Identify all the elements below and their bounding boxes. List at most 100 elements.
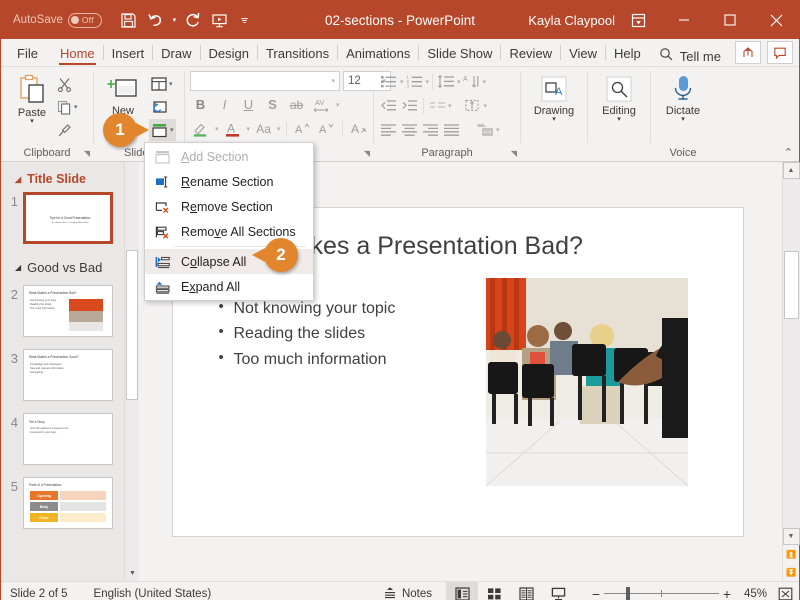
scrollbar-thumb[interactable] — [783, 251, 799, 319]
new-slide-button[interactable]: New — [99, 71, 147, 117]
normal-view-button[interactable] — [446, 581, 478, 600]
fit-to-window-button[interactable] — [771, 587, 799, 600]
reading-view-button[interactable] — [510, 582, 542, 600]
decrease-indent-icon[interactable] — [379, 95, 399, 116]
share-button[interactable] — [735, 41, 761, 64]
slide-vertical-scrollbar[interactable]: ▲ ▼ ⏫ ⏬ — [782, 162, 800, 581]
tab-transitions[interactable]: Transitions — [258, 40, 337, 66]
font-color-icon[interactable]: A — [222, 118, 244, 139]
justify-icon[interactable] — [442, 119, 462, 140]
user-account-name[interactable]: Kayla Claypool — [528, 13, 615, 28]
text-direction-icon[interactable]: A — [462, 71, 482, 92]
thumbnail-row-3[interactable]: 3 What Makes a Presentation Good? Knowle… — [1, 343, 139, 407]
zoom-in-button[interactable]: + — [719, 586, 735, 600]
comments-button[interactable] — [767, 41, 793, 64]
font-color-dropdown-icon[interactable]: ▾ — [247, 125, 251, 133]
italic-button[interactable]: I — [214, 94, 235, 115]
notes-button[interactable]: Notes — [383, 586, 432, 600]
increase-font-size-button[interactable]: A — [292, 118, 313, 139]
slide-thumbnail-5[interactable]: Parts of a Presentation Opening Body Clo… — [23, 477, 113, 529]
thumbnail-row-2[interactable]: 2 What Makes a Presentation Bad? Not kno… — [1, 279, 139, 343]
layout-button[interactable]: ▾ — [149, 73, 176, 95]
align-text-icon[interactable] — [463, 95, 483, 116]
section-dropdown-icon[interactable]: ▾ — [170, 126, 174, 134]
zoom-slider-handle[interactable] — [626, 586, 630, 600]
columns-dropdown-icon[interactable]: ▾ — [448, 102, 452, 110]
align-left-icon[interactable] — [379, 119, 399, 140]
autosave-toggle[interactable]: AutoSave Off — [13, 12, 102, 28]
customize-qat-icon[interactable] — [240, 7, 249, 33]
scroll-down-icon[interactable]: ▼ — [782, 528, 800, 545]
underline-button[interactable]: U — [238, 94, 259, 115]
zoom-slider[interactable] — [604, 582, 719, 600]
section-collapse-arrow-icon[interactable]: ◢ — [15, 175, 21, 184]
thumbnail-row-5[interactable]: 5 Parts of a Presentation Opening Body C… — [1, 471, 139, 535]
text-highlight-color-icon[interactable] — [190, 118, 212, 139]
bullets-dropdown-icon[interactable]: ▾ — [400, 78, 404, 86]
slide-panel-scrollbar[interactable]: ▼ — [124, 162, 139, 581]
zoom-out-button[interactable]: − — [588, 586, 604, 600]
convert-to-smartart-dropdown-icon[interactable]: ▾ — [496, 126, 500, 134]
dictate-dropdown-icon[interactable]: ▾ — [681, 116, 685, 123]
drawing-dropdown-icon[interactable]: ▾ — [552, 116, 556, 123]
text-shadow-button[interactable]: S — [262, 94, 283, 115]
copy-button[interactable]: ▾ — [55, 96, 80, 118]
drawing-button[interactable]: A Drawing ▾ — [526, 71, 582, 123]
menu-item-expand-all[interactable]: Expand All — [145, 274, 313, 299]
font-name-input[interactable]: ▾ — [190, 71, 340, 91]
start-presentation-icon[interactable] — [207, 7, 233, 33]
strikethrough-button[interactable]: ab — [286, 94, 307, 115]
tab-slide-show[interactable]: Slide Show — [419, 40, 500, 66]
slide-panel-scrollbar-thumb[interactable] — [126, 250, 138, 400]
slide-thumbnail-3[interactable]: What Makes a Presentation Good? Knowledg… — [23, 349, 113, 401]
editing-dropdown-icon[interactable]: ▾ — [617, 116, 621, 123]
undo-dropdown-icon[interactable]: ▾ — [170, 7, 179, 33]
character-spacing-dropdown-icon[interactable]: ▾ — [336, 101, 340, 109]
copy-dropdown-icon[interactable]: ▾ — [74, 103, 78, 111]
numbering-dropdown-icon[interactable]: ▾ — [426, 78, 430, 86]
thumbnail-row-1[interactable]: 1 Tips for a Great Presentation Your Nam… — [1, 190, 139, 250]
convert-to-smartart-icon[interactable] — [475, 119, 495, 140]
tab-file[interactable]: File — [1, 40, 52, 66]
clear-formatting-button[interactable]: A — [348, 118, 371, 139]
columns-icon[interactable] — [427, 95, 447, 116]
maximize-button[interactable] — [707, 1, 753, 39]
section-header-good-vs-bad[interactable]: ◢ Good vs Bad — [1, 256, 139, 279]
undo-icon[interactable] — [143, 7, 169, 33]
language-indicator[interactable]: English (United States) — [94, 588, 212, 600]
paste-button[interactable]: Paste ▾ — [9, 71, 55, 125]
slide-thumbnail-2[interactable]: What Makes a Presentation Bad? Not knowi… — [23, 285, 113, 337]
tab-animations[interactable]: Animations — [338, 40, 418, 66]
text-direction-dropdown-icon[interactable]: ▾ — [483, 78, 487, 86]
menu-item-rename-section[interactable]: Rename Section — [145, 169, 313, 194]
numbering-icon[interactable]: 123 — [405, 71, 425, 92]
slide-image[interactable] — [485, 277, 688, 486]
slide-sorter-button[interactable] — [478, 582, 510, 600]
dictate-button[interactable]: Dictate ▾ — [656, 71, 710, 123]
paragraph-dialog-launcher-icon[interactable]: ◥ — [511, 147, 517, 161]
section-header-title-slide[interactable]: ◢ Title Slide — [1, 168, 139, 190]
editing-button[interactable]: Editing ▾ — [593, 71, 645, 123]
slide-thumbnail-1[interactable]: Tips for a Great Presentation Your Name … — [23, 192, 113, 244]
line-spacing-dropdown-icon[interactable]: ▾ — [457, 78, 461, 86]
tab-view[interactable]: View — [561, 40, 605, 66]
menu-item-add-section[interactable]: Add Section — [145, 144, 313, 169]
decrease-font-size-button[interactable]: A — [316, 118, 337, 139]
slide-show-button[interactable] — [542, 582, 574, 600]
increase-indent-icon[interactable] — [400, 95, 420, 116]
bold-button[interactable]: B — [190, 94, 211, 115]
paste-dropdown-icon[interactable]: ▾ — [30, 118, 34, 125]
slide-counter[interactable]: Slide 2 of 5 — [10, 588, 68, 600]
tab-insert[interactable]: Insert — [104, 40, 153, 66]
zoom-level-label[interactable]: 45% — [735, 588, 767, 600]
cut-button[interactable] — [55, 73, 80, 95]
change-case-button[interactable]: Aa — [253, 118, 274, 139]
tab-draw[interactable]: Draw — [153, 40, 199, 66]
scroll-up-icon[interactable]: ▲ — [782, 162, 800, 179]
menu-item-remove-section[interactable]: Remove Section — [145, 194, 313, 219]
scrollbar-track[interactable] — [782, 179, 800, 528]
tell-me-search[interactable]: Tell me — [659, 47, 721, 66]
slide-panel-scroll-down-icon[interactable]: ▼ — [125, 566, 139, 581]
font-name-dropdown-icon[interactable]: ▾ — [331, 77, 335, 85]
font-dialog-launcher-icon[interactable]: ◥ — [364, 147, 370, 161]
